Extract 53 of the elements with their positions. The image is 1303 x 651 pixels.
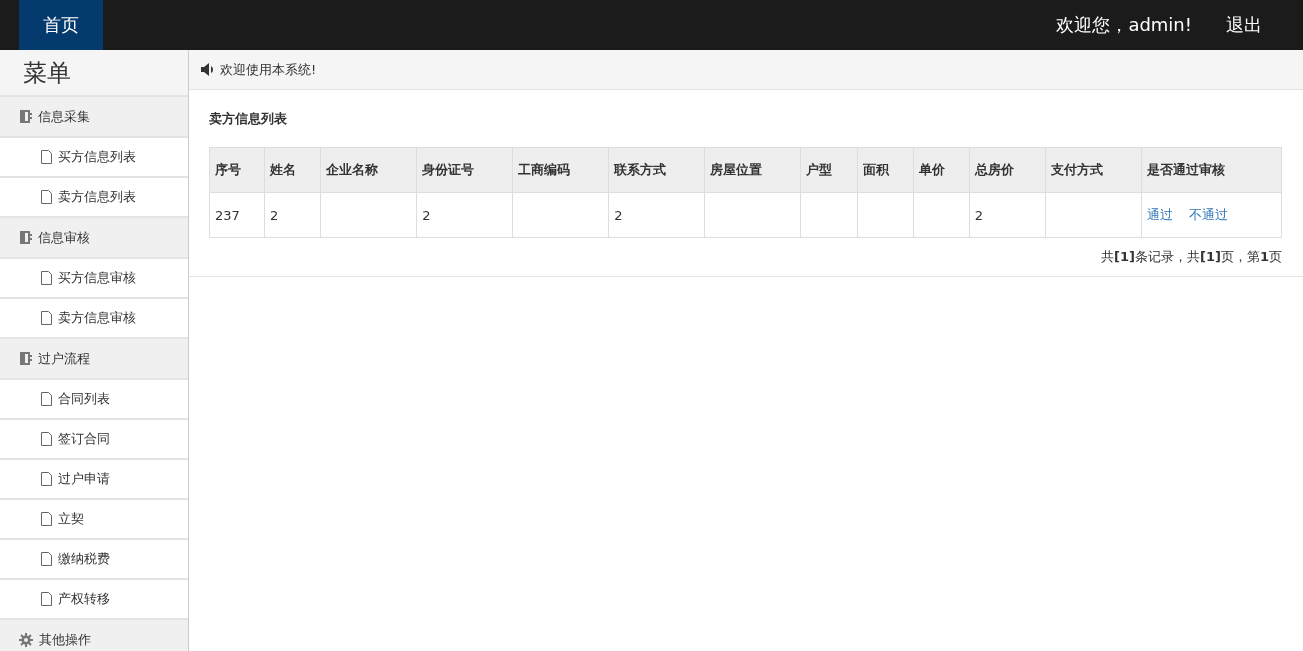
file-icon bbox=[41, 271, 52, 285]
file-icon bbox=[41, 432, 52, 446]
file-icon bbox=[41, 190, 52, 204]
menu-item[interactable]: 买方信息审核 bbox=[0, 257, 188, 297]
settings-icon bbox=[19, 632, 33, 647]
menu-item[interactable]: 过户申请 bbox=[0, 458, 188, 498]
menu-item[interactable]: 缴纳税费 bbox=[0, 538, 188, 578]
menu-group[interactable]: 其他操作 bbox=[0, 618, 188, 651]
logout-link[interactable]: 退出 bbox=[1204, 0, 1284, 50]
welcome-text: 欢迎您，admin! bbox=[1055, 13, 1193, 37]
table-cell: 2 bbox=[264, 192, 321, 238]
table-cell: 237 bbox=[209, 192, 265, 238]
table-cell: 2 bbox=[608, 192, 705, 238]
file-icon bbox=[41, 472, 52, 486]
column-header: 单价 bbox=[913, 147, 970, 193]
nav-tab[interactable]: 首页 bbox=[19, 0, 103, 50]
file-icon bbox=[41, 592, 52, 606]
menu-item[interactable]: 签订合同 bbox=[0, 418, 188, 458]
menu-group[interactable]: 信息审核 bbox=[0, 216, 188, 257]
column-header: 序号 bbox=[209, 147, 265, 193]
column-header: 联系方式 bbox=[608, 147, 705, 193]
pagination-text: 共[1]条记录，共[1]页，第1页 bbox=[1101, 248, 1282, 266]
column-header: 支付方式 bbox=[1045, 147, 1142, 193]
column-header: 是否通过审核 bbox=[1141, 147, 1282, 193]
action-link[interactable]: 通过 bbox=[1146, 207, 1173, 222]
address-book-icon bbox=[19, 110, 32, 123]
menu-item[interactable]: 立契 bbox=[0, 498, 188, 538]
column-header: 房屋位置 bbox=[704, 147, 801, 193]
menu-group[interactable]: 信息采集 bbox=[0, 95, 188, 136]
column-header: 工商编码 bbox=[512, 147, 609, 193]
column-header: 户型 bbox=[801, 147, 858, 193]
menu-group[interactable]: 过户流程 bbox=[0, 337, 188, 378]
notice-text: 欢迎使用本系统! bbox=[220, 60, 317, 79]
action-link[interactable]: 不通过 bbox=[1188, 207, 1228, 222]
column-header: 姓名 bbox=[264, 147, 321, 193]
address-book-icon bbox=[19, 352, 32, 365]
column-header: 企业名称 bbox=[320, 147, 417, 193]
table-cell: 2 bbox=[416, 192, 513, 238]
section-title: 卖方信息列表 bbox=[209, 110, 287, 128]
file-icon bbox=[41, 552, 52, 566]
column-header: 总房价 bbox=[969, 147, 1046, 193]
speaker-icon bbox=[201, 63, 215, 76]
address-book-icon bbox=[19, 231, 32, 244]
column-header: 身份证号 bbox=[416, 147, 513, 193]
file-icon bbox=[41, 512, 52, 526]
file-icon bbox=[41, 311, 52, 325]
menu-item[interactable]: 合同列表 bbox=[0, 378, 188, 418]
file-icon bbox=[41, 392, 52, 406]
table-cell: 2 bbox=[969, 192, 1046, 238]
file-icon bbox=[41, 150, 52, 164]
column-header: 面积 bbox=[857, 147, 914, 193]
menu-title: 菜单 bbox=[0, 50, 188, 95]
menu-item[interactable]: 买方信息列表 bbox=[0, 136, 188, 176]
